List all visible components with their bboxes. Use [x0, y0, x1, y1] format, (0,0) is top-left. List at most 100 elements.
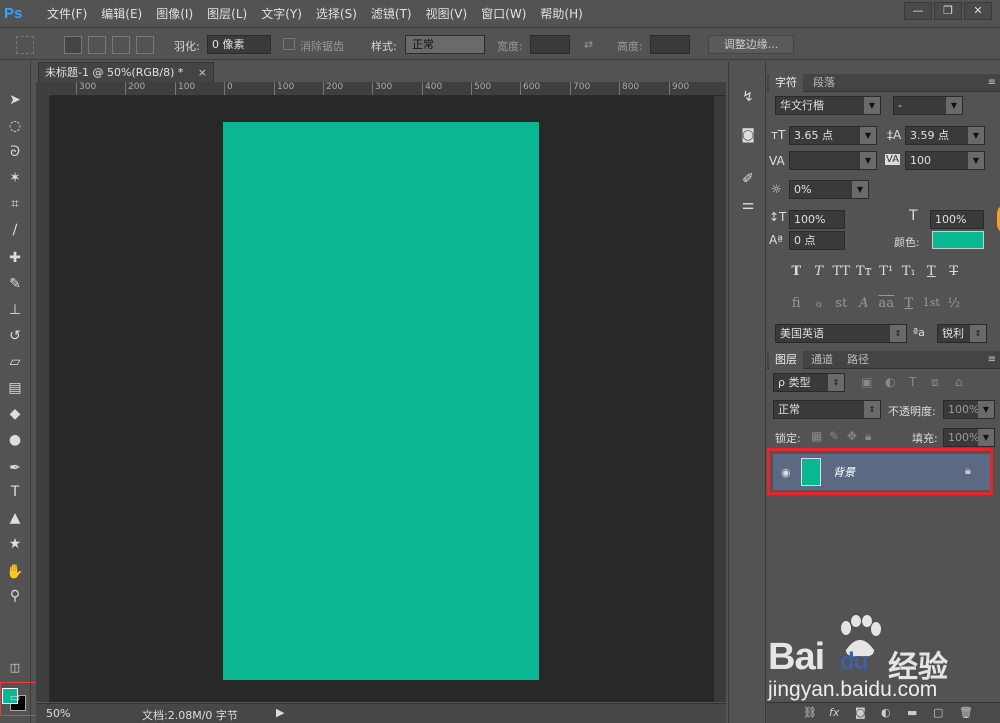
magic-wand-icon[interactable]: ✶ — [4, 167, 26, 189]
quick-mask-icon[interactable]: ◫ — [4, 657, 26, 679]
panel-menu-icon[interactable]: ≡ — [988, 351, 996, 369]
menu-help[interactable]: 帮助(H) — [533, 0, 589, 28]
swap-icon[interactable]: ⇄ — [584, 38, 593, 51]
language-select[interactable]: 美国英语 ⇕ — [775, 324, 907, 343]
feather-input[interactable]: 0 像素 — [207, 35, 271, 54]
font-size-select[interactable]: 3.65 点 ▼ — [789, 126, 877, 145]
font-family-select[interactable]: 华文行楷 ▼ — [775, 96, 881, 115]
superscript-button[interactable]: T¹ — [875, 264, 898, 279]
fractions-button[interactable]: ½ — [943, 296, 966, 311]
menu-view[interactable]: 视图(V) — [419, 0, 475, 28]
horizontal-scale-input[interactable]: 100% — [930, 210, 984, 229]
subtract-selection-icon[interactable] — [112, 36, 130, 54]
filter-pixel-icon[interactable]: ▣ — [861, 375, 872, 389]
adjustments-panel-icon[interactable]: ⚌ — [737, 194, 759, 216]
zoom-tool-icon[interactable]: ⚲ — [4, 585, 26, 607]
font-style-select[interactable]: - ▼ — [893, 96, 963, 115]
brush-panel-icon[interactable]: ✐ — [737, 168, 759, 190]
menu-layer[interactable]: 图层(L) — [200, 0, 254, 28]
add-selection-icon[interactable] — [88, 36, 106, 54]
all-caps-button[interactable]: TT — [830, 264, 853, 279]
restore-button[interactable]: ❐ — [934, 2, 962, 20]
healing-brush-icon[interactable]: ✚ — [4, 247, 26, 269]
menu-select[interactable]: 选择(S) — [309, 0, 364, 28]
document-tab[interactable]: 未标题-1 @ 50%(RGB/8) * × — [38, 62, 214, 82]
minimize-button[interactable]: — — [904, 2, 932, 20]
faux-italic-button[interactable]: T — [808, 264, 831, 279]
antialias-checkbox[interactable] — [283, 38, 295, 50]
move-tool-icon[interactable]: ➤ — [4, 89, 26, 111]
lock-image-icon[interactable]: ✎ — [829, 429, 839, 443]
layer-style-icon[interactable]: fx — [829, 706, 839, 719]
pen-tool-icon[interactable]: ✒ — [4, 457, 26, 479]
text-color-swatch[interactable] — [932, 231, 984, 249]
link-layers-icon[interactable]: ⛓ — [803, 706, 817, 719]
canvas-workspace[interactable] — [50, 96, 714, 702]
eraser-icon[interactable]: ▱ — [4, 351, 26, 373]
new-group-icon[interactable]: ▬ — [907, 706, 917, 719]
filter-smart-object-icon[interactable]: ⌂ — [955, 375, 963, 389]
path-selection-icon[interactable]: ▲ — [4, 507, 26, 529]
zoom-level[interactable]: 50% — [46, 707, 70, 720]
adjustment-layer-icon[interactable]: ◐ — [881, 706, 891, 719]
gradient-tool-icon[interactable]: ▤ — [4, 377, 26, 399]
antialias-select[interactable]: 锐利 ⇕ — [937, 324, 987, 343]
dodge-tool-icon[interactable]: ● — [4, 429, 26, 451]
tracking-select[interactable]: 100 ▼ — [905, 151, 985, 170]
tab-paths[interactable]: 路径 — [841, 351, 875, 369]
new-layer-icon[interactable]: ▢ — [933, 706, 943, 719]
eyedropper-icon[interactable]: ∕ — [4, 219, 26, 241]
tab-paragraph[interactable]: 段落 — [807, 74, 841, 92]
ordinals-button[interactable]: 1st — [920, 296, 943, 311]
new-selection-icon[interactable] — [64, 36, 82, 54]
history-panel-icon[interactable]: ↯ — [737, 86, 759, 108]
blend-mode-select[interactable]: 正常 ⇕ — [773, 400, 881, 419]
menu-window[interactable]: 窗口(W) — [474, 0, 533, 28]
filter-adjustment-icon[interactable]: ◐ — [885, 375, 895, 389]
lock-position-icon[interactable]: ✥ — [847, 429, 857, 443]
opacity-input[interactable]: 100% ▼ — [943, 400, 995, 419]
filter-type-icon[interactable]: T — [909, 375, 916, 389]
tab-layers[interactable]: 图层 — [769, 351, 803, 369]
intersect-selection-icon[interactable] — [136, 36, 154, 54]
document-canvas[interactable] — [223, 122, 539, 680]
blur-tool-icon[interactable]: ◆ — [4, 403, 26, 425]
discretionary-ligatures-button[interactable]: ℴ — [808, 296, 831, 311]
height-input[interactable] — [650, 35, 690, 54]
hand-tool-icon[interactable]: ✋ — [4, 561, 26, 583]
panel-menu-icon[interactable]: ≡ — [988, 74, 996, 92]
menu-filter[interactable]: 滤镜(T) — [364, 0, 419, 28]
brush-tool-icon[interactable]: ✎ — [4, 273, 26, 295]
swash-button[interactable]: A — [853, 296, 876, 311]
filter-shape-icon[interactable]: ⧈ — [931, 375, 939, 390]
layer-filter-select[interactable]: ρ 类型 ⇕ — [773, 373, 845, 392]
properties-panel-icon[interactable]: ◙ — [737, 124, 759, 146]
lock-transparent-icon[interactable]: ▦ — [811, 429, 822, 443]
stylistic-alternates-button[interactable]: aa — [875, 296, 898, 311]
ligatures-button[interactable]: fi — [785, 296, 808, 311]
underline-button[interactable]: T — [920, 264, 943, 279]
menu-image[interactable]: 图像(I) — [149, 0, 200, 28]
status-menu-arrow-icon[interactable]: ▶ — [276, 706, 284, 719]
baseline-shift-input[interactable]: 0 点 — [789, 231, 845, 250]
tsume-select[interactable]: 0% ▼ — [789, 180, 869, 199]
add-mask-icon[interactable]: ◙ — [855, 706, 866, 719]
vertical-scale-input[interactable]: 100% — [789, 210, 845, 229]
crop-tool-icon[interactable]: ⌗ — [4, 193, 26, 215]
close-icon[interactable]: × — [198, 63, 207, 83]
lasso-tool-icon[interactable]: ᘐ — [4, 141, 26, 163]
clone-stamp-icon[interactable]: ⊥ — [4, 299, 26, 321]
width-input[interactable] — [530, 35, 570, 54]
shape-tool-icon[interactable]: ★ — [4, 533, 26, 555]
menu-type[interactable]: 文字(Y) — [254, 0, 309, 28]
marquee-tool-icon[interactable]: ◌ — [4, 115, 26, 137]
type-tool-icon[interactable]: T — [4, 481, 26, 503]
subscript-button[interactable]: T₁ — [898, 264, 921, 279]
marquee-tool-preset-icon[interactable] — [16, 36, 34, 54]
menu-edit[interactable]: 编辑(E) — [94, 0, 149, 28]
history-brush-icon[interactable]: ↺ — [4, 325, 26, 347]
contextual-alternates-button[interactable]: st — [830, 296, 853, 311]
faux-bold-button[interactable]: T — [785, 264, 808, 279]
fill-input[interactable]: 100% ▼ — [943, 428, 995, 447]
leading-select[interactable]: 3.59 点 ▼ — [905, 126, 985, 145]
